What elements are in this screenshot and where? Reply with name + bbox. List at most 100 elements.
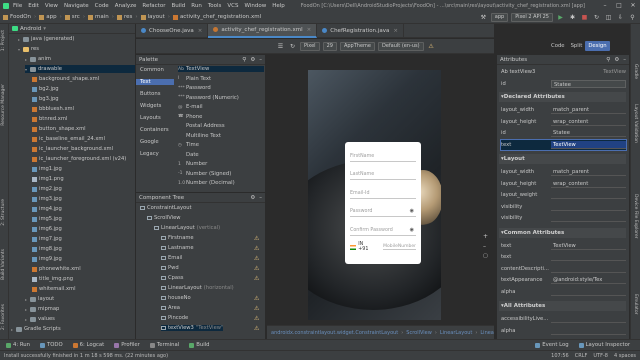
palette-item[interactable]: *** Password (Numeric) xyxy=(178,95,239,101)
orientation-icon[interactable]: ↻ xyxy=(288,42,297,51)
device-select[interactable]: Pixel 2 API 25 xyxy=(511,12,553,22)
warning-icon[interactable]: ⚠ xyxy=(254,305,259,312)
run-icon[interactable]: ▶ xyxy=(556,13,565,22)
gear-icon[interactable]: ⚙ xyxy=(250,195,255,201)
component-tree-item[interactable]: LinearLayout (horizontal) xyxy=(161,285,234,291)
attribute-value-input[interactable]: match_parent xyxy=(551,106,626,114)
menu-help[interactable]: Help xyxy=(272,3,285,9)
search-icon[interactable]: ⚲ xyxy=(242,57,246,63)
bottom-tool-5[interactable]: Build xyxy=(189,342,210,348)
split-view-button[interactable]: Split xyxy=(568,41,586,51)
palette-item[interactable]: Multiline Text xyxy=(178,133,221,139)
build-variants-tool-button[interactable]: Build Variants xyxy=(1,249,6,280)
tree-item[interactable]: bg3.jpg xyxy=(32,95,59,103)
indent-setting[interactable]: 4 spaces xyxy=(614,353,636,359)
close-icon[interactable]: × xyxy=(393,28,398,34)
layout-breadcrumb-item[interactable]: LinearLayout xyxy=(440,330,473,336)
tree-item[interactable]: bg2.jpg xyxy=(32,85,59,93)
menu-view[interactable]: View xyxy=(45,3,58,9)
attribute-value-input[interactable] xyxy=(551,265,626,273)
palette-item[interactable]: ☎ Phone xyxy=(178,114,202,120)
palette-category[interactable]: Buttons xyxy=(140,91,161,97)
bottom-tool-1[interactable]: TODO xyxy=(40,342,63,348)
tree-item[interactable]: ▸ layout xyxy=(25,295,54,303)
favorites-tool-button[interactable]: 2: Favorites xyxy=(1,304,6,330)
close-icon[interactable]: × xyxy=(307,27,312,33)
tree-item[interactable]: bbbluesh.xml xyxy=(32,105,74,113)
menu-code[interactable]: Code xyxy=(95,3,109,9)
attribute-section-header[interactable]: ▾ Declared Attributes xyxy=(499,92,626,102)
tree-item[interactable]: img6.jpg xyxy=(32,225,62,233)
project-tool-button[interactable]: 1: Project xyxy=(1,30,6,51)
eye-icon[interactable]: ◉ xyxy=(410,208,414,214)
sdk-manager-icon[interactable]: ⇩ xyxy=(616,13,625,22)
tree-item[interactable]: ic_baseline_email_24.xml xyxy=(32,135,105,143)
breadcrumb-item[interactable]: FoodOn › xyxy=(3,14,36,20)
warning-icon[interactable]: ⚠ xyxy=(254,325,259,332)
gradle-tool-button[interactable]: Gradle xyxy=(633,64,638,79)
menu-build[interactable]: Build xyxy=(171,3,185,9)
tree-item[interactable]: ▾ res xyxy=(18,45,39,53)
resource-manager-tool-button[interactable]: Resource Manager xyxy=(1,84,6,126)
palette-category[interactable]: Text xyxy=(136,79,174,85)
attribute-value-input[interactable]: wrap_content xyxy=(551,180,626,188)
tree-item[interactable]: btnred.xml xyxy=(32,115,67,123)
minimize-panel-icon[interactable]: – xyxy=(259,195,262,201)
palette-item[interactable]: @ E-mail xyxy=(178,104,203,110)
attribute-value-input[interactable] xyxy=(551,288,626,296)
breadcrumb-item[interactable]: res › xyxy=(116,14,138,20)
component-tree-item[interactable]: Area ⚠ xyxy=(161,305,259,312)
warning-icon[interactable]: ⚠ xyxy=(254,255,259,262)
menu-analyze[interactable]: Analyze xyxy=(115,3,137,9)
close-icon[interactable]: ✕ xyxy=(626,0,640,11)
tree-item[interactable]: ▾ drawable xyxy=(25,65,135,73)
palette-item[interactable]: *** Password xyxy=(178,85,211,91)
breadcrumb-item[interactable]: layout › xyxy=(140,14,170,20)
gear-icon[interactable]: ⚙ xyxy=(614,57,619,63)
emulator-tool-button[interactable]: Emulator xyxy=(633,294,638,314)
palette-item[interactable]: Postal Address xyxy=(178,123,225,129)
avd-manager-icon[interactable]: ◫ xyxy=(604,13,613,22)
attribute-value-input[interactable]: match_parent xyxy=(551,168,626,176)
tree-item[interactable]: img9.jpg xyxy=(32,255,62,263)
breadcrumb-item[interactable]: src › xyxy=(64,14,85,20)
caret-position[interactable]: 107:56 xyxy=(551,353,569,359)
palette-category[interactable]: Common xyxy=(140,67,164,73)
component-tree-item[interactable]: ConstraintLayout xyxy=(140,205,192,211)
tree-item[interactable]: img5.jpg xyxy=(32,215,62,223)
tree-item[interactable]: ▸ Gradle Scripts xyxy=(11,325,61,333)
attribute-value-input[interactable]: TextView xyxy=(551,242,626,250)
warning-icon[interactable]: ⚠ xyxy=(254,295,259,302)
api-level-select[interactable]: 29 xyxy=(322,41,337,51)
warning-icon[interactable]: ⚠ xyxy=(254,315,259,322)
tree-item[interactable]: ▸ values xyxy=(25,315,55,323)
tree-item[interactable]: img7.jpg xyxy=(32,235,62,243)
breadcrumb-item[interactable]: app › xyxy=(39,14,62,20)
bottom-tool-2[interactable]: 6: Logcat xyxy=(72,342,104,348)
menu-file[interactable]: File xyxy=(13,3,22,9)
locale-select[interactable]: Default (en-us) xyxy=(377,41,424,51)
attribute-value-input[interactable] xyxy=(551,203,626,211)
component-tree-item[interactable]: Cpass ⚠ xyxy=(161,275,259,282)
component-tree-item[interactable]: houseNo ⚠ xyxy=(161,295,259,302)
zoom-out-icon[interactable]: – xyxy=(483,243,488,250)
device-preview-select[interactable]: Pixel xyxy=(300,41,320,51)
confirm-password-field[interactable]: Confirm Password ◉ xyxy=(350,224,416,236)
palette-category[interactable]: Containers xyxy=(140,127,169,133)
menu-tools[interactable]: Tools xyxy=(208,3,222,9)
bottom-tool-4[interactable]: Terminal xyxy=(149,342,179,348)
warning-icon[interactable]: ⚠ xyxy=(427,42,436,51)
eye-icon[interactable]: ◉ xyxy=(410,227,414,233)
tree-item[interactable]: img1.png xyxy=(32,175,64,183)
maximize-icon[interactable]: □ xyxy=(612,0,626,11)
attribute-value-input[interactable] xyxy=(551,214,626,222)
id-input[interactable]: Statee xyxy=(551,80,626,88)
attribute-section-header[interactable]: ▾ Common Attributes xyxy=(499,227,626,238)
warning-icon[interactable]: ⚠ xyxy=(254,235,259,242)
stop-icon[interactable]: ■ xyxy=(580,13,589,22)
warning-icon[interactable]: ⚠ xyxy=(254,265,259,272)
tree-item[interactable]: ▸ java (generated) xyxy=(18,35,74,43)
editor-tab[interactable]: activity_chef_registration.xml × xyxy=(208,23,318,38)
component-tree-item[interactable]: Pincode ⚠ xyxy=(161,315,259,322)
attribute-value-input[interactable]: wrap_content xyxy=(551,118,626,126)
